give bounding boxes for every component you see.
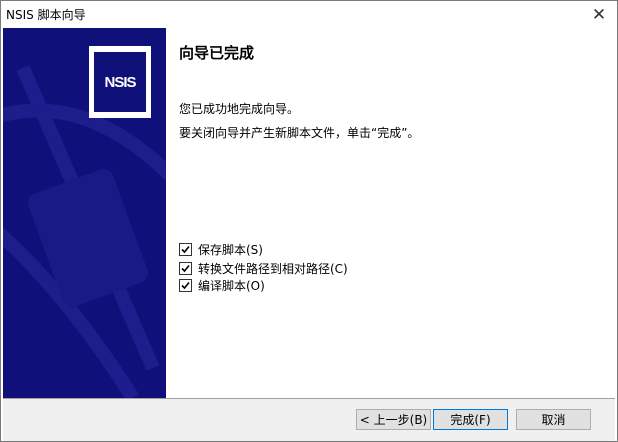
wizard-sidebar: NSIS: [3, 28, 166, 398]
checkmark-icon: [181, 264, 190, 272]
description-line-1: 您已成功地完成向导。: [179, 102, 300, 116]
relative-path-label: 转换文件路径到相对路径(C): [198, 261, 348, 276]
save-script-label: 保存脚本(S): [198, 242, 263, 257]
window-title: NSIS 脚本向导: [6, 8, 86, 22]
compile-script-checkbox[interactable]: [179, 278, 192, 292]
save-script-option[interactable]: 保存脚本(S): [179, 241, 263, 257]
relative-path-option[interactable]: 转换文件路径到相对路径(C): [179, 260, 348, 276]
wizard-window: NSIS 脚本向导 ✕ NSIS 向导已完成 您已成功地完成向导。 要关闭向导并…: [0, 0, 618, 442]
relative-path-checkbox[interactable]: [179, 261, 192, 275]
checkmark-icon: [181, 245, 190, 253]
checkmark-icon: [181, 281, 190, 289]
save-script-checkbox[interactable]: [179, 242, 192, 256]
close-button[interactable]: ✕: [581, 1, 617, 28]
nsis-logo-text: NSIS: [94, 52, 146, 112]
compile-script-label: 编译脚本(O): [198, 278, 265, 293]
cancel-button[interactable]: 取消: [516, 409, 591, 430]
description-line-2: 要关闭向导并产生新脚本文件，单击“完成”。: [179, 126, 420, 140]
wizard-content: 向导已完成 您已成功地完成向导。 要关闭向导并产生新脚本文件，单击“完成”。 保…: [166, 28, 615, 398]
finish-button[interactable]: 完成(F): [433, 409, 508, 430]
compile-script-option[interactable]: 编译脚本(O): [179, 277, 265, 293]
nsis-logo: NSIS: [89, 46, 151, 118]
button-bar: < 上一步(B) 完成(F) 取消: [3, 399, 615, 441]
close-icon: ✕: [591, 4, 607, 25]
title-bar: NSIS 脚本向导 ✕: [1, 1, 617, 28]
page-title: 向导已完成: [179, 44, 255, 62]
back-button[interactable]: < 上一步(B): [356, 409, 431, 430]
